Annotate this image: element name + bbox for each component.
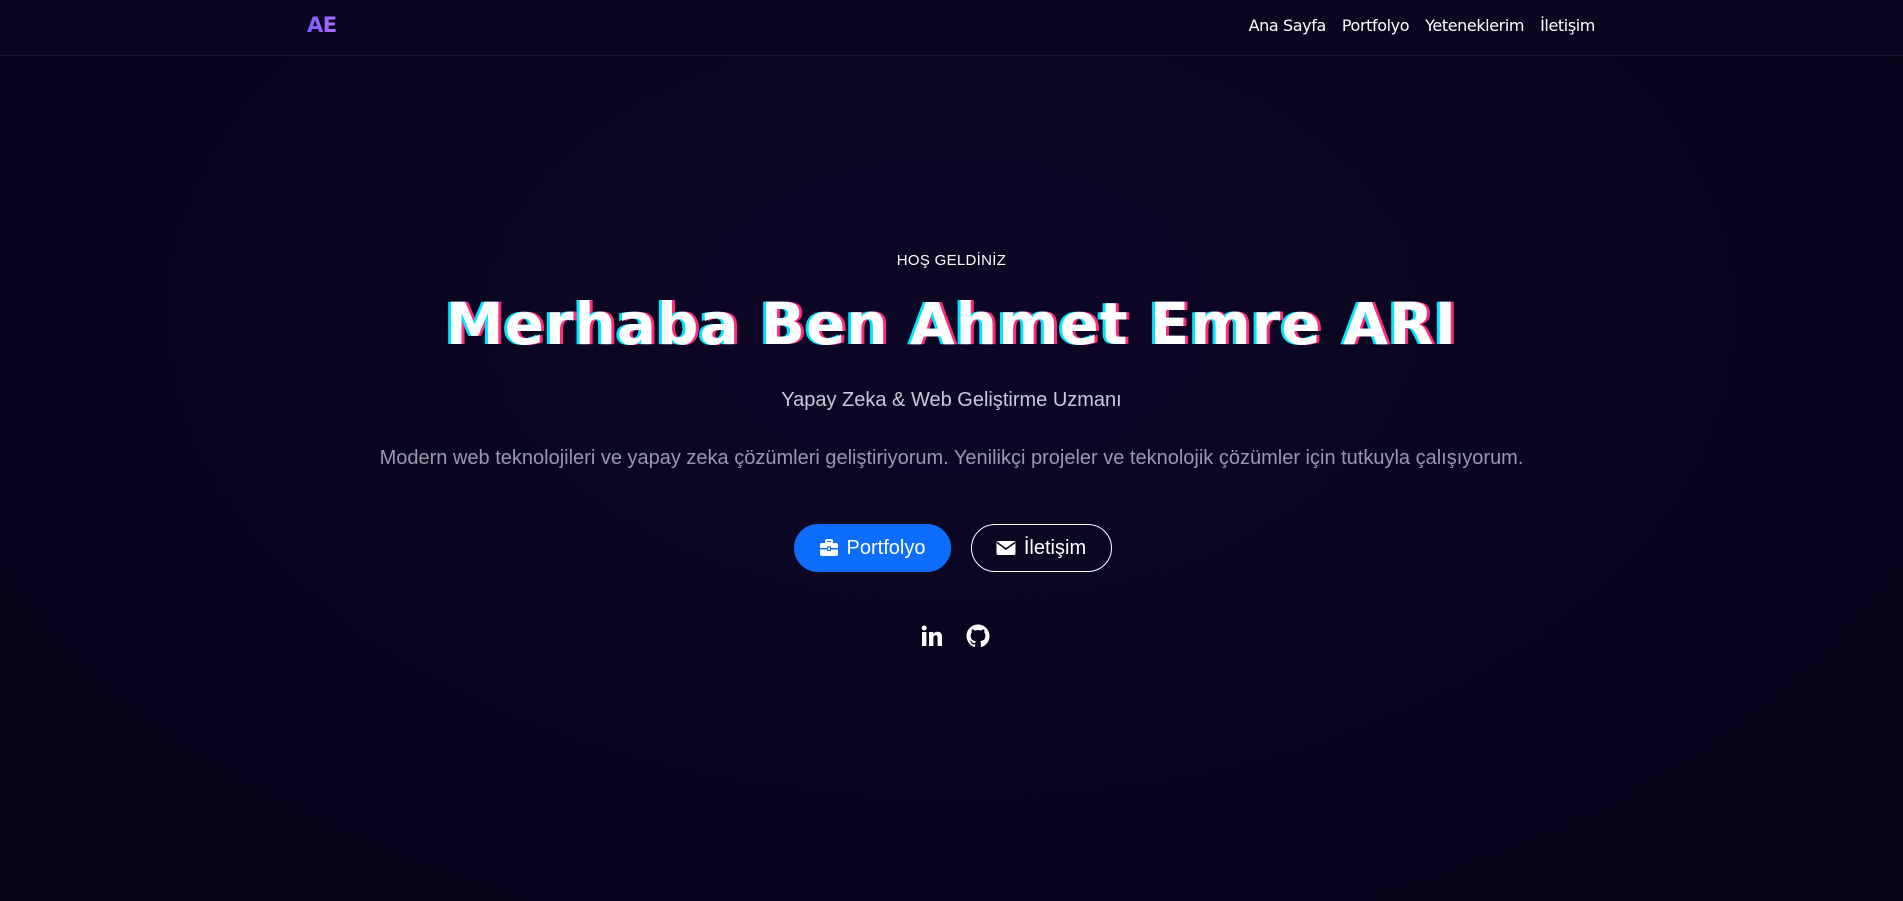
social-links [0,624,1903,648]
portfolio-button-label: Portfolyo [846,536,926,559]
hero-subtitle: Yapay Zeka & Web Geliştirme Uzmanı [781,389,1122,411]
briefcase-icon [819,539,839,557]
envelope-icon [996,540,1016,556]
github-icon[interactable] [966,624,990,648]
nav-link-skills[interactable]: Yeteneklerim [1425,16,1524,35]
hero-description: Modern web teknolojileri ve yapay zeka ç… [379,447,1524,469]
top-navbar: AE Ana Sayfa Portfolyo Yeteneklerim İlet… [0,0,1903,56]
hero-eyebrow: HOŞ GELDİNİZ [896,252,1007,269]
nav-link-contact[interactable]: İletişim [1540,16,1595,35]
nav-link-home[interactable]: Ana Sayfa [1249,16,1327,35]
contact-button-label: İletişim [1023,536,1087,559]
brand-logo[interactable]: AE [307,13,337,37]
contact-button[interactable]: İletişim [970,524,1112,572]
nav-link-portfolio[interactable]: Portfolyo [1342,16,1410,35]
nav-links: Ana Sayfa Portfolyo Yeteneklerim İletişi… [1249,16,1596,35]
portfolio-button[interactable]: Portfolyo [793,524,951,572]
hero-headline: Merhaba Ben Ahmet Emre ARI [445,290,1458,358]
hero-buttons: Portfolyo İletişim [0,524,1903,572]
linkedin-icon[interactable] [920,624,944,648]
